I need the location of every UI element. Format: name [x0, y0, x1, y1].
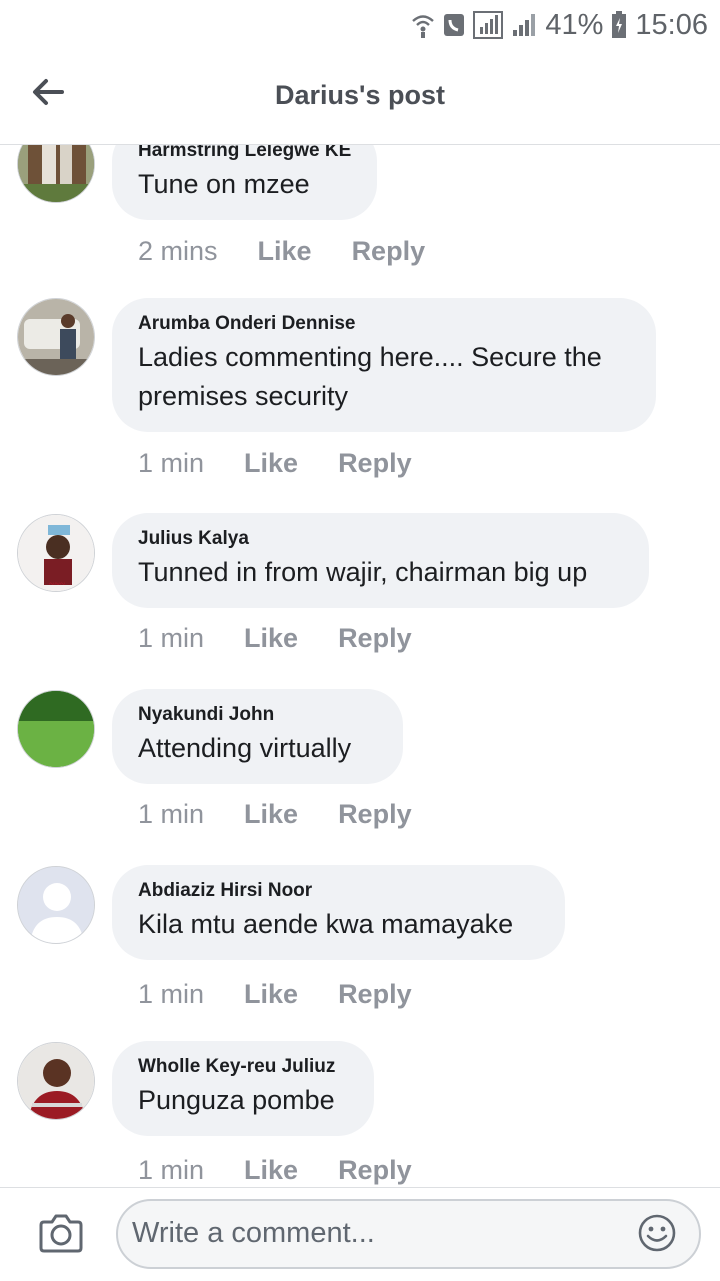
comment-text: Ladies commenting here.... Secure the pr…: [138, 338, 630, 416]
status-bar: 41% 15:06: [0, 0, 720, 50]
reply-button[interactable]: Reply: [338, 448, 412, 479]
comment-actions: 1 min Like Reply: [138, 1155, 412, 1186]
like-button[interactable]: Like: [258, 236, 312, 267]
comment-time[interactable]: 1 min: [138, 979, 204, 1010]
avatar[interactable]: ~~~: [17, 514, 95, 592]
comment-composer: Write a comment...: [0, 1187, 720, 1281]
comment-input[interactable]: Write a comment...: [116, 1199, 701, 1269]
like-button[interactable]: Like: [244, 623, 298, 654]
comment-actions: 1 min Like Reply: [138, 448, 412, 479]
comment-bubble[interactable]: Nyakundi John Attending virtually: [112, 689, 403, 784]
avatar[interactable]: [17, 690, 95, 768]
like-button[interactable]: Like: [244, 979, 298, 1010]
comment-text: Tunned in from wajir, chairman big up: [138, 557, 588, 587]
reply-button[interactable]: Reply: [352, 236, 426, 267]
commenter-name[interactable]: Arumba Onderi Dennise: [138, 312, 630, 336]
wifi-calling-icon: [411, 12, 435, 38]
camera-icon: [39, 1214, 83, 1253]
avatar[interactable]: [17, 145, 95, 203]
comment-actions: 2 mins Like Reply: [138, 236, 425, 267]
like-button[interactable]: Like: [244, 799, 298, 830]
cellular-signal-icon: [511, 12, 537, 38]
comment-text: Attending virtually: [138, 733, 352, 763]
avatar[interactable]: [17, 1042, 95, 1120]
commenter-name[interactable]: Wholle Key-reu Juliuz: [138, 1055, 348, 1079]
comment-bubble[interactable]: Julius Kalya Tunned in from wajir, chair…: [112, 513, 649, 608]
comment-time[interactable]: 1 min: [138, 1155, 204, 1186]
phone-icon: [443, 12, 465, 38]
comment-bubble[interactable]: Abdiaziz Hirsi Noor Kila mtu aende kwa m…: [112, 865, 565, 960]
comment-time[interactable]: 1 min: [138, 623, 204, 654]
comment-time[interactable]: 1 min: [138, 448, 204, 479]
commenter-name[interactable]: Harmstring Lelegwe KE: [138, 145, 351, 163]
clock: 15:06: [635, 8, 708, 41]
comment-bubble[interactable]: Harmstring Lelegwe KE Tune on mzee: [112, 145, 378, 220]
reply-button[interactable]: Reply: [338, 623, 412, 654]
avatar[interactable]: [17, 866, 95, 944]
battery-percent: 41%: [545, 8, 604, 41]
reply-button[interactable]: Reply: [338, 799, 412, 830]
smiley-icon: [638, 1214, 676, 1252]
page-title: Darius's post: [275, 80, 445, 110]
comment-text: Tune on mzee: [138, 169, 310, 199]
camera-button[interactable]: [38, 1212, 84, 1254]
commenter-name[interactable]: Julius Kalya: [138, 527, 623, 551]
comment-actions: 1 min Like Reply: [138, 623, 412, 654]
commenter-name[interactable]: Abdiaziz Hirsi Noor: [138, 879, 539, 903]
comment-text-line: premises security: [138, 381, 349, 411]
comment-text: Kila mtu aende kwa mamayake: [138, 909, 514, 939]
signal-box-icon: [473, 11, 504, 39]
comment-bubble[interactable]: Wholle Key-reu Juliuz Punguza pombe: [112, 1041, 374, 1136]
comments-list: Harmstring Lelegwe KE Tune on mzee 2 min…: [0, 145, 720, 1187]
comment-input-placeholder: Write a comment...: [132, 1217, 375, 1249]
comment-text-line: Ladies commenting here.... Secure the: [138, 342, 602, 372]
comment-actions: 1 min Like Reply: [138, 979, 412, 1010]
default-avatar-icon: [18, 867, 94, 943]
reply-button[interactable]: Reply: [338, 1155, 412, 1186]
comment-time[interactable]: 2 mins: [138, 236, 218, 267]
commenter-name[interactable]: Nyakundi John: [138, 703, 377, 727]
comment-time[interactable]: 1 min: [138, 799, 204, 830]
comment-bubble[interactable]: Arumba Onderi Dennise Ladies commenting …: [112, 298, 656, 432]
like-button[interactable]: Like: [244, 1155, 298, 1186]
header: Darius's post: [0, 50, 720, 145]
avatar[interactable]: [17, 298, 95, 376]
emoji-button[interactable]: [637, 1213, 677, 1253]
svg-text:~~~: ~~~: [49, 579, 66, 590]
comment-actions: 1 min Like Reply: [138, 799, 412, 830]
comment-text: Punguza pombe: [138, 1085, 335, 1115]
like-button[interactable]: Like: [244, 448, 298, 479]
battery-charging-icon: [611, 11, 627, 39]
reply-button[interactable]: Reply: [338, 979, 412, 1010]
